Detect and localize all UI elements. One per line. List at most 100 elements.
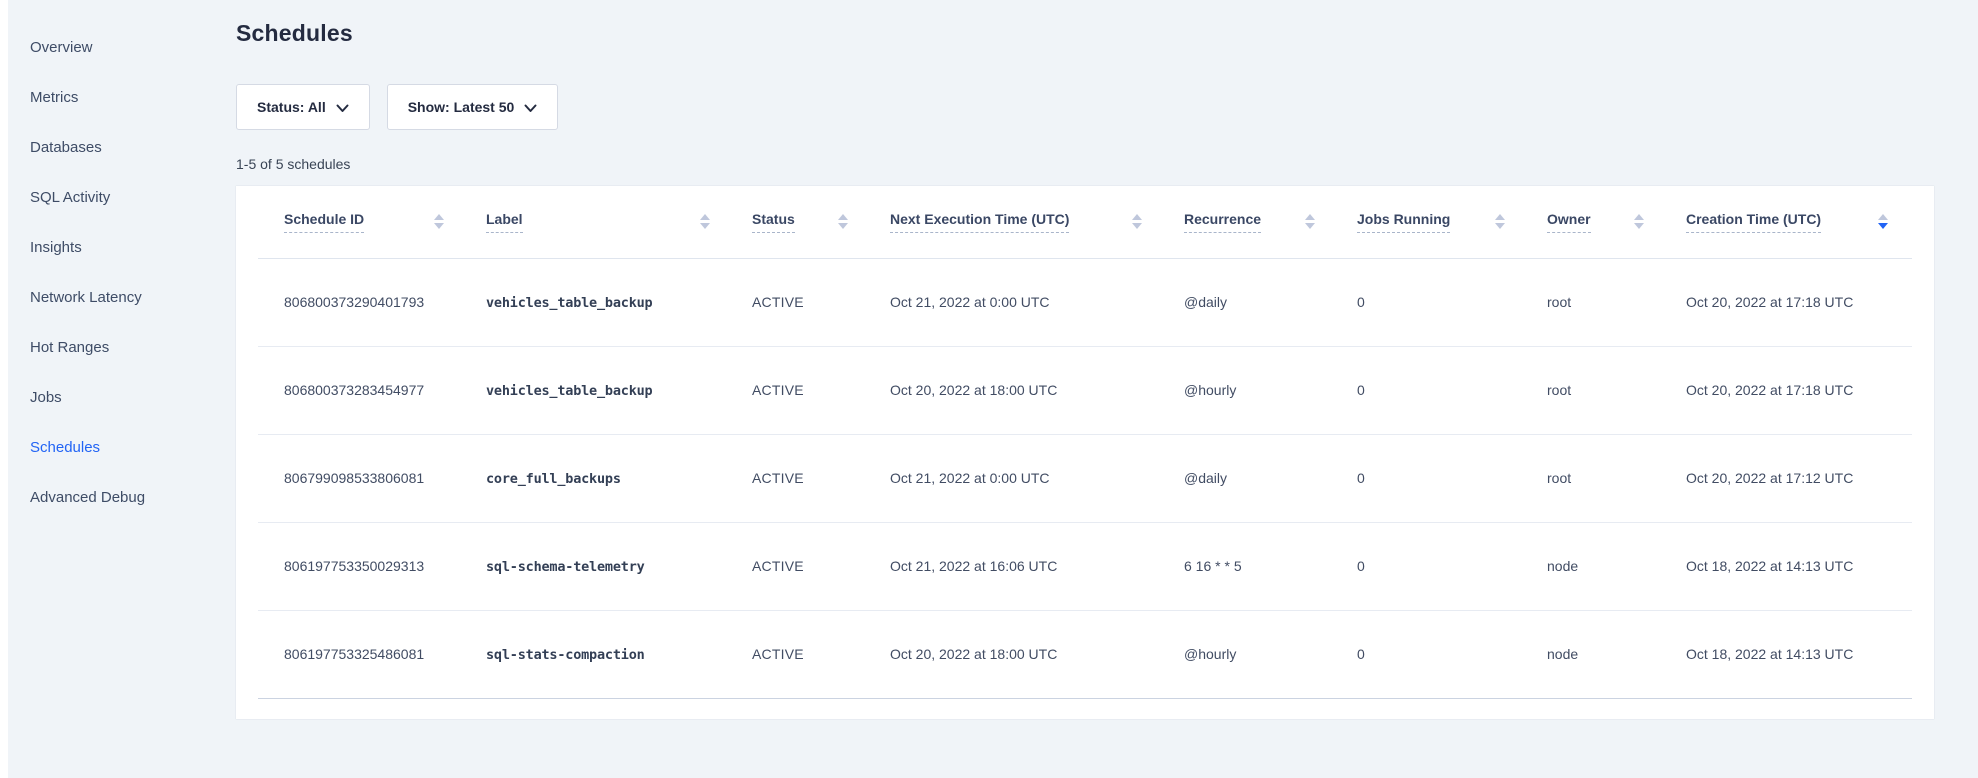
filter-bar: Status: All Show: Latest 50 <box>236 84 1934 130</box>
cell-creation-time: Oct 20, 2022 at 17:18 UTC <box>1686 346 1912 434</box>
show-filter-label: Show: Latest 50 <box>408 99 515 115</box>
cell-schedule-id: 806800373283454977 <box>258 346 486 434</box>
sort-icon <box>1634 214 1644 229</box>
column-label: Schedule ID <box>284 211 364 233</box>
column-header-schedule-id[interactable]: Schedule ID <box>258 186 486 258</box>
page-title: Schedules <box>236 18 1934 48</box>
show-filter-dropdown[interactable]: Show: Latest 50 <box>387 84 559 130</box>
sort-icon <box>1495 214 1505 229</box>
table-row: 806799098533806081 core_full_backups ACT… <box>258 434 1912 522</box>
cell-schedule-id: 806799098533806081 <box>258 434 486 522</box>
cell-next-execution: Oct 20, 2022 at 18:00 UTC <box>890 610 1184 698</box>
column-header-recurrence[interactable]: Recurrence <box>1184 186 1357 258</box>
sidebar-item-hot-ranges[interactable]: Hot Ranges <box>8 322 236 372</box>
column-label: Owner <box>1547 211 1591 233</box>
sidebar-item-network-latency[interactable]: Network Latency <box>8 272 236 322</box>
cell-recurrence: @hourly <box>1184 346 1357 434</box>
caret-down-icon <box>1305 223 1315 229</box>
caret-down-icon <box>434 223 444 229</box>
schedule-label-link[interactable]: vehicles_table_backup <box>486 383 652 399</box>
cell-owner: root <box>1547 346 1686 434</box>
cell-jobs-running: 0 <box>1357 610 1547 698</box>
schedule-label-link[interactable]: core_full_backups <box>486 471 621 487</box>
caret-down-icon <box>1132 223 1142 229</box>
caret-up-icon <box>838 214 848 220</box>
caret-down-icon <box>1495 223 1505 229</box>
column-header-jobs-running[interactable]: Jobs Running <box>1357 186 1547 258</box>
column-label: Label <box>486 211 523 233</box>
cell-schedule-id: 806197753350029313 <box>258 522 486 610</box>
sort-icon <box>838 214 848 229</box>
cell-next-execution: Oct 20, 2022 at 18:00 UTC <box>890 346 1184 434</box>
column-label: Creation Time (UTC) <box>1686 211 1821 233</box>
cell-creation-time: Oct 20, 2022 at 17:12 UTC <box>1686 434 1912 522</box>
caret-up-icon <box>1305 214 1315 220</box>
sidebar-item-sql-activity[interactable]: SQL Activity <box>8 172 236 222</box>
schedule-label-link[interactable]: vehicles_table_backup <box>486 295 652 311</box>
schedule-label-link[interactable]: sql-schema-telemetry <box>486 559 645 575</box>
caret-down-icon <box>1634 223 1644 229</box>
status-filter-label: Status: All <box>257 99 326 115</box>
sidebar: Overview Metrics Databases SQL Activity … <box>8 0 236 522</box>
caret-down-icon <box>1878 223 1888 229</box>
sort-icon <box>700 214 710 229</box>
sidebar-item-overview[interactable]: Overview <box>8 22 236 72</box>
caret-down-icon <box>700 223 710 229</box>
cell-owner: node <box>1547 522 1686 610</box>
caret-up-icon <box>700 214 710 220</box>
cell-label: vehicles_table_backup <box>486 346 752 434</box>
schedules-table: Schedule ID Label Stat <box>258 186 1912 699</box>
cell-status: ACTIVE <box>752 346 890 434</box>
caret-up-icon <box>1495 214 1505 220</box>
chevron-down-icon <box>524 100 537 116</box>
cell-next-execution: Oct 21, 2022 at 16:06 UTC <box>890 522 1184 610</box>
status-filter-dropdown[interactable]: Status: All <box>236 84 370 130</box>
schedule-label-link[interactable]: sql-stats-compaction <box>486 647 645 663</box>
cell-jobs-running: 0 <box>1357 522 1547 610</box>
table-row: 806197753350029313 sql-schema-telemetry … <box>258 522 1912 610</box>
column-header-label[interactable]: Label <box>486 186 752 258</box>
cell-label: core_full_backups <box>486 434 752 522</box>
caret-up-icon <box>1132 214 1142 220</box>
cell-schedule-id: 806197753325486081 <box>258 610 486 698</box>
column-header-next-execution-time[interactable]: Next Execution Time (UTC) <box>890 186 1184 258</box>
cell-creation-time: Oct 18, 2022 at 14:13 UTC <box>1686 522 1912 610</box>
sort-icon-active-desc <box>1878 214 1888 229</box>
table-header-row: Schedule ID Label Stat <box>258 186 1912 258</box>
sort-icon <box>1305 214 1315 229</box>
cell-jobs-running: 0 <box>1357 434 1547 522</box>
column-header-owner[interactable]: Owner <box>1547 186 1686 258</box>
cell-label: sql-stats-compaction <box>486 610 752 698</box>
column-header-creation-time[interactable]: Creation Time (UTC) <box>1686 186 1912 258</box>
sidebar-item-schedules[interactable]: Schedules <box>8 422 236 472</box>
column-label: Status <box>752 211 795 233</box>
cell-next-execution: Oct 21, 2022 at 0:00 UTC <box>890 434 1184 522</box>
cell-schedule-id: 806800373290401793 <box>258 258 486 346</box>
results-summary: 1-5 of 5 schedules <box>236 156 1934 174</box>
main-content: Schedules Status: All Show: Latest 50 1-… <box>236 0 1978 719</box>
cell-owner: node <box>1547 610 1686 698</box>
column-label: Recurrence <box>1184 211 1261 233</box>
sidebar-item-databases[interactable]: Databases <box>8 122 236 172</box>
cell-recurrence: 6 16 * * 5 <box>1184 522 1357 610</box>
caret-down-icon <box>838 223 848 229</box>
cell-status: ACTIVE <box>752 522 890 610</box>
cell-owner: root <box>1547 258 1686 346</box>
sidebar-item-insights[interactable]: Insights <box>8 222 236 272</box>
cell-next-execution: Oct 21, 2022 at 0:00 UTC <box>890 258 1184 346</box>
sidebar-item-advanced-debug[interactable]: Advanced Debug <box>8 472 236 522</box>
sidebar-item-jobs[interactable]: Jobs <box>8 372 236 422</box>
column-header-status[interactable]: Status <box>752 186 890 258</box>
sidebar-item-metrics[interactable]: Metrics <box>8 72 236 122</box>
cell-status: ACTIVE <box>752 434 890 522</box>
caret-up-icon <box>434 214 444 220</box>
chevron-down-icon <box>336 100 349 116</box>
cell-status: ACTIVE <box>752 610 890 698</box>
cell-recurrence: @daily <box>1184 434 1357 522</box>
cell-creation-time: Oct 20, 2022 at 17:18 UTC <box>1686 258 1912 346</box>
table-row: 806800373283454977 vehicles_table_backup… <box>258 346 1912 434</box>
cell-recurrence: @hourly <box>1184 610 1357 698</box>
sort-icon <box>1132 214 1142 229</box>
cell-owner: root <box>1547 434 1686 522</box>
column-label: Jobs Running <box>1357 211 1450 233</box>
